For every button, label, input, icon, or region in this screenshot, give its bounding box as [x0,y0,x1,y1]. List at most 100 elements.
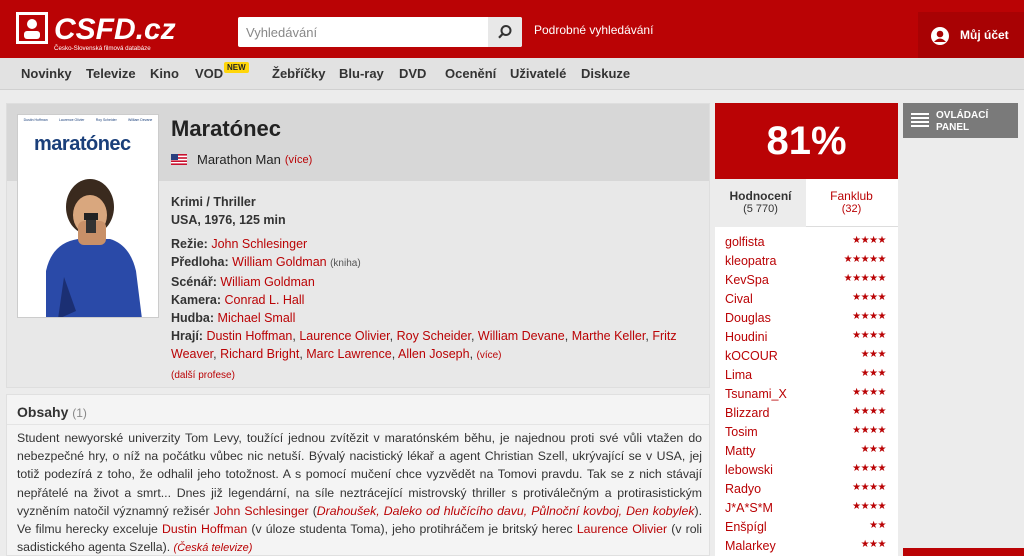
nav-item-vod[interactable]: VOD [195,66,223,81]
user-link[interactable]: Houdini [725,330,767,344]
list-item: J*A*S*M ★★★★ [725,501,888,520]
user-link[interactable]: Cival [725,292,753,306]
nav-item-zebricky[interactable]: Žebříčky [272,66,325,81]
new-badge: NEW [224,62,249,73]
user-link[interactable]: Tsunami_X [725,387,787,401]
plot-box: Obsahy (1) Student newyorské univerzity … [6,394,710,556]
rating-panel: 81% Hodnocení (5 770) Fanklub (32) golfi… [715,103,898,556]
user-link[interactable]: lebowski [725,463,773,477]
nav-item-diskuze[interactable]: Diskuze [581,66,630,81]
stars: ★★★★ [852,406,886,417]
cast-row: Hrají: Dustin Hoffman, Laurence Olivier,… [171,329,677,361]
svg-text:Česko-Slovenská filmová databá: Česko-Slovenská filmová databáze [54,45,151,52]
user-link[interactable]: kleopatra [725,254,776,268]
top-bar: CSFD.cz Česko-Slovenská filmová databáze… [0,0,1024,58]
list-item: Tosim ★★★★ [725,425,888,444]
user-link[interactable]: KevSpa [725,273,769,287]
advanced-search-link[interactable]: Podrobné vyhledávání [534,23,653,37]
control-panel-button[interactable]: OVLÁDACÍ PANEL [903,103,1018,138]
nav-item-kino[interactable]: Kino [150,66,179,81]
tab-ratings[interactable]: Hodnocení (5 770) [715,179,806,227]
rating-tabs: Hodnocení (5 770) Fanklub (32) [715,179,898,227]
account-button[interactable]: Můj účet [918,12,1024,58]
poster-photo [18,161,158,317]
list-item: Malarkey ★★★ [725,539,888,556]
user-link[interactable]: Malarkey [725,539,776,553]
tab-fanclub[interactable]: Fanklub (32) [806,179,897,227]
nav-item-oceneni[interactable]: Ocenění [445,66,496,81]
stars: ★★★ [860,349,887,360]
account-label: Můj účet [960,28,1009,42]
plot-actor-link[interactable]: Laurence Olivier [577,522,667,536]
user-link[interactable]: kOCOUR [725,349,778,363]
user-link[interactable]: J*A*S*M [725,501,773,515]
list-item: golfista ★★★★ [725,235,888,254]
nav-item-televize[interactable]: Televize [86,66,136,81]
director-link[interactable]: John Schlesinger [211,237,307,251]
cast-more-link[interactable]: (více) [477,350,502,361]
more-professions-link[interactable]: (další profese) [171,370,235,381]
user-link[interactable]: golfista [725,235,765,249]
list-item: Lima ★★★ [725,368,888,387]
original-title-row: Marathon Man (více) [171,152,312,167]
nav-item-dvd[interactable]: DVD [399,66,426,81]
list-item: Blizzard ★★★★ [725,406,888,425]
list-item: KevSpa ★★★★★ [725,273,888,292]
stars: ★★★★ [852,482,886,493]
original-title-more[interactable]: (více) [285,154,313,166]
search-button[interactable] [488,17,522,47]
user-icon [931,27,949,45]
music-link[interactable]: Michael Small [218,311,296,325]
source-link[interactable]: William Goldman [232,255,326,269]
plot-count: (1) [72,406,87,420]
ad-edge [903,548,1024,556]
stars: ★★★★ [852,292,886,303]
original-title: Marathon Man [197,152,281,167]
music-row: Hudba: Michael Small [171,311,296,325]
stars: ★★★★ [852,235,886,246]
stars: ★★★★ [852,330,886,341]
director-row: Režie: John Schlesinger [171,237,308,251]
menu-icon [911,113,929,127]
nav-item-bluray[interactable]: Blu-ray [339,66,384,81]
camera-row: Kamera: Conrad L. Hall [171,293,305,307]
poster-title: maratónec [34,133,131,155]
cast-link[interactable]: Dustin Hoffman [206,329,292,343]
cast-link[interactable]: Allen Joseph [398,347,470,361]
nav-item-novinky[interactable]: Novinky [21,66,72,81]
list-item: Radyo ★★★★ [725,482,888,501]
stars: ★★★★ [852,501,886,512]
user-link[interactable]: Blizzard [725,406,769,420]
list-item: kOCOUR ★★★ [725,349,888,368]
cast-link[interactable]: Richard Bright [220,347,299,361]
stars: ★★★ [860,368,887,379]
cast-link[interactable]: Marthe Keller [572,329,646,343]
main-nav: Novinky Televize Kino VOD NEW Žebříčky B… [0,58,1024,90]
screenplay-row: Scénář: William Goldman [171,275,315,289]
list-item: Tsunami_X ★★★★ [725,387,888,406]
plot-films-link[interactable]: Drahoušek, Daleko od hlučícího davu, Půl… [317,504,695,518]
screenplay-link[interactable]: William Goldman [220,275,314,289]
user-link[interactable]: Matty [725,444,756,458]
search-icon [498,25,512,39]
genres-block: Krimi / Thriller USA, 1976, 125 min [171,193,286,229]
user-link[interactable]: Enšpígl [725,520,767,534]
nav-item-uzivatele[interactable]: Uživatelé [510,66,566,81]
user-link[interactable]: Radyo [725,482,761,496]
stars: ★★ [869,520,886,531]
film-poster[interactable]: Dustin Hoffman Laurence Olivier Roy Sche… [17,114,159,318]
cast-link[interactable]: William Devane [478,329,565,343]
search-input[interactable] [238,17,486,47]
csfd-logo[interactable]: CSFD.cz Česko-Slovenská filmová databáze [16,10,178,54]
user-link[interactable]: Lima [725,368,752,382]
search-box [238,17,522,47]
user-link[interactable]: Douglas [725,311,771,325]
user-link[interactable]: Tosim [725,425,758,439]
plot-actor-link[interactable]: Dustin Hoffman [162,522,247,536]
stars: ★★★★ [852,387,886,398]
plot-director-link[interactable]: John Schlesinger [214,504,309,518]
camera-link[interactable]: Conrad L. Hall [225,293,305,307]
cast-link[interactable]: Laurence Olivier [299,329,389,343]
cast-link[interactable]: Marc Lawrence [306,347,391,361]
cast-link[interactable]: Roy Scheider [397,329,471,343]
